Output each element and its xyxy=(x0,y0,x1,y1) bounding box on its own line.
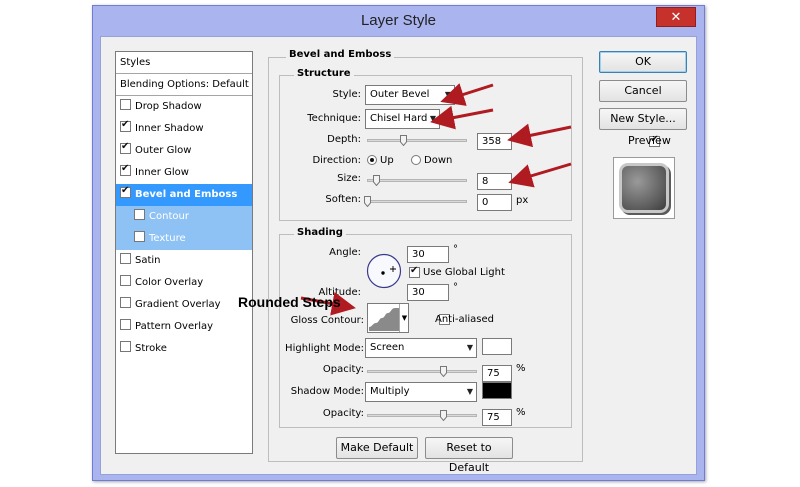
arrow-to-style-select xyxy=(440,83,494,106)
layer-style-window: Layer Style ✕ Styles Blending Options: D… xyxy=(92,5,705,481)
annotation-arrows xyxy=(300,83,572,316)
arrow-to-depth-input xyxy=(507,123,572,148)
rounded-steps-callout: Rounded Steps xyxy=(238,294,341,310)
arrow-to-size-input xyxy=(508,162,572,188)
arrow-to-technique-select xyxy=(430,105,494,130)
